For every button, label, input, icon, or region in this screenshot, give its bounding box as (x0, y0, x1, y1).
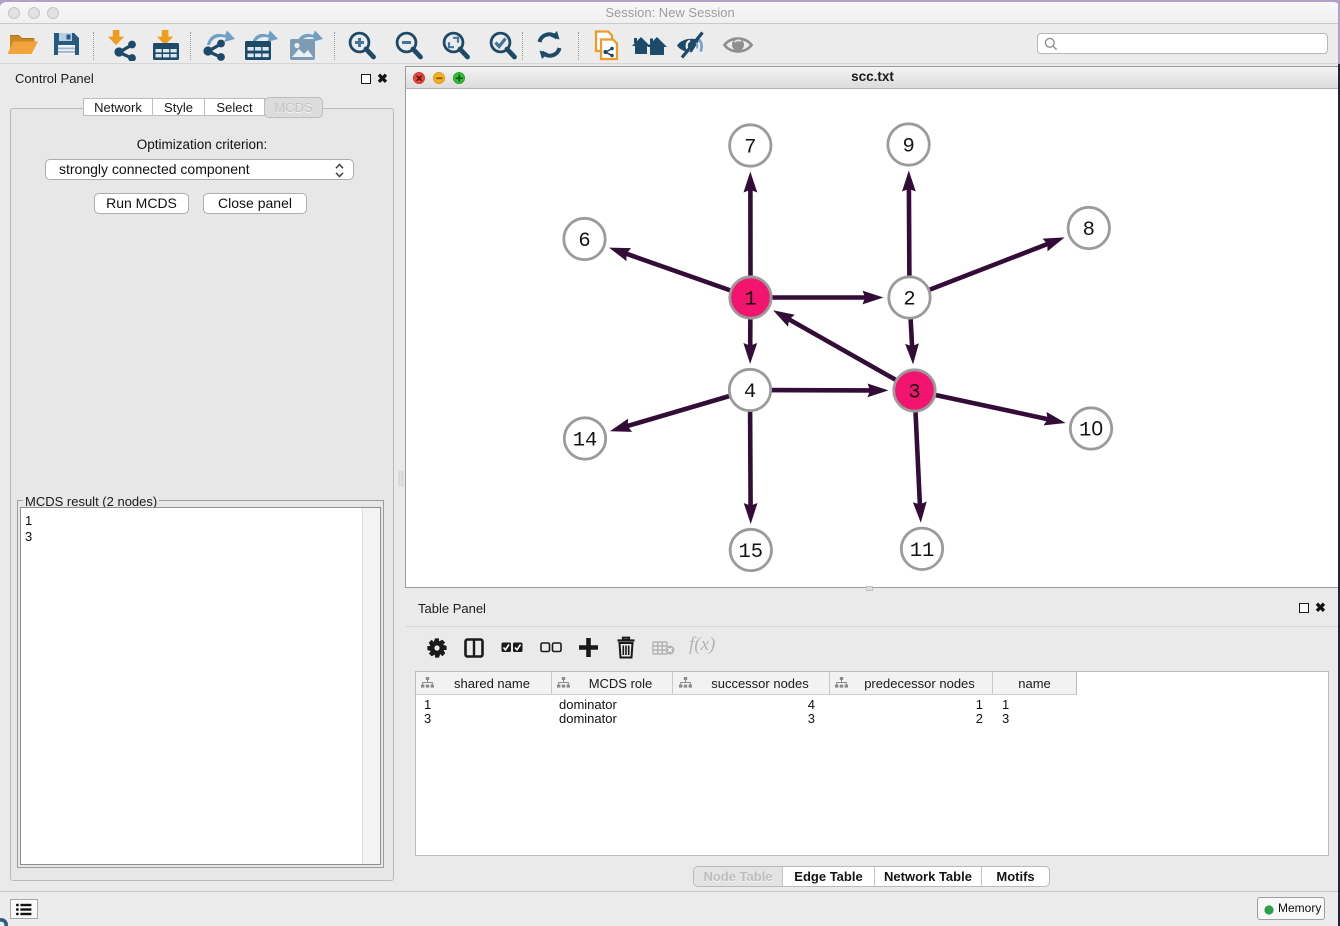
svg-text:4: 4 (744, 381, 756, 404)
svg-text:7: 7 (744, 137, 756, 160)
svg-text:1: 1 (744, 289, 756, 312)
svg-text:8: 8 (1083, 219, 1095, 242)
svg-text:15: 15 (738, 541, 763, 564)
svg-text:10: 10 (1079, 418, 1103, 443)
svg-text:2: 2 (903, 289, 915, 312)
svg-text:3: 3 (908, 382, 920, 405)
svg-text:6: 6 (578, 230, 590, 253)
svg-text:9: 9 (902, 136, 914, 159)
svg-text:11: 11 (910, 540, 935, 563)
svg-text:14: 14 (573, 430, 598, 453)
